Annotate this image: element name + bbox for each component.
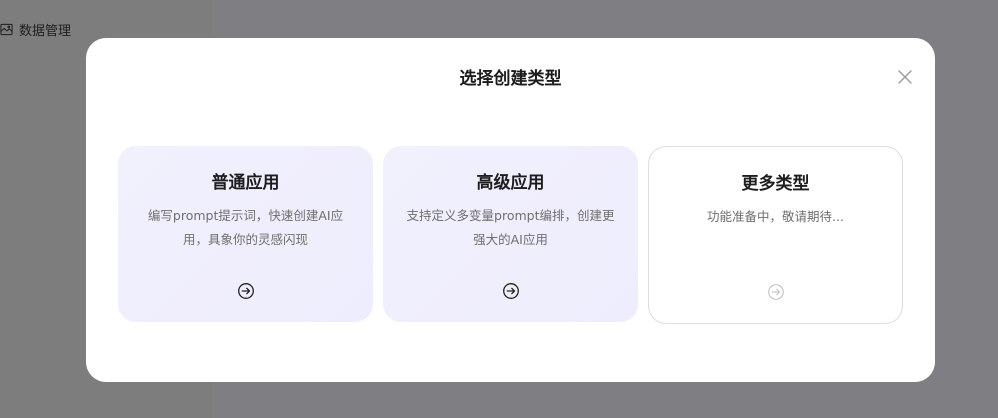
card-description: 支持定义多变量prompt编排，创建更强大的AI应用	[406, 208, 615, 247]
sidebar-item-data-management[interactable]: 数据管理	[0, 18, 71, 40]
close-icon	[897, 69, 913, 85]
modal-title: 选择创建类型	[459, 69, 562, 89]
card-title: 更多类型	[741, 174, 810, 194]
database-icon	[0, 23, 13, 36]
card-title: 普通应用	[211, 173, 280, 193]
card-advanced-app[interactable]: 高级应用 支持定义多变量prompt编排，创建更强大的AI应用	[383, 146, 638, 322]
create-type-modal: 选择创建类型 普通应用 编写prompt提示词，快速创建AI应用，具象你的灵感闪…	[86, 38, 935, 382]
card-basic-app[interactable]: 普通应用 编写prompt提示词，快速创建AI应用，具象你的灵感闪现	[118, 146, 373, 322]
arrow-right-circle-icon	[767, 283, 785, 301]
arrow-right-circle-icon[interactable]	[237, 282, 255, 300]
sidebar-item-label: 数据管理	[19, 23, 72, 39]
arrow-right-circle-icon[interactable]	[502, 282, 520, 300]
card-description: 功能准备中，敬请期待...	[707, 209, 844, 224]
card-title: 高级应用	[476, 173, 545, 193]
card-description: 编写prompt提示词，快速创建AI应用，具象你的灵感闪现	[147, 208, 344, 247]
close-button[interactable]	[894, 66, 916, 88]
card-more-types: 更多类型 功能准备中，敬请期待...	[648, 146, 903, 324]
